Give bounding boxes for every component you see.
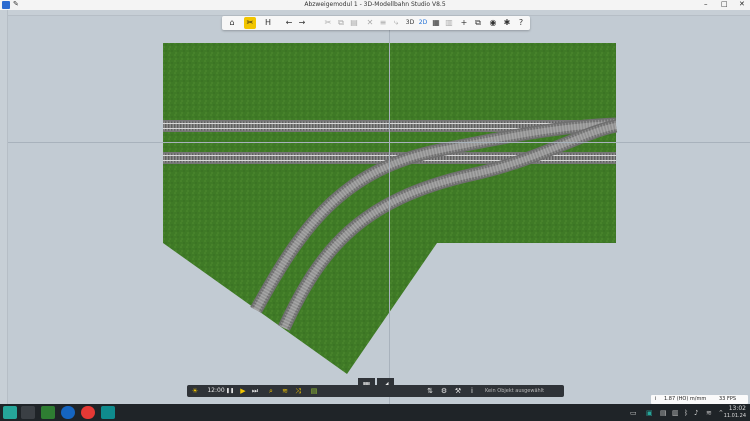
clipboard-icon[interactable]: ▤: [660, 409, 667, 417]
keyboard-icon[interactable]: ▥: [672, 409, 679, 417]
display-icon[interactable]: ▭: [630, 409, 637, 417]
connect-icon[interactable]: ⤷: [390, 17, 402, 29]
view-3d-button[interactable]: 3D: [404, 17, 416, 29]
home-icon[interactable]: ⌂: [226, 17, 238, 29]
grid-icon[interactable]: ▦: [430, 17, 442, 29]
axis-vertical: [389, 16, 390, 404]
catalog-icon[interactable]: H: [262, 17, 274, 29]
track-tool-icon[interactable]: ✂: [244, 17, 256, 29]
wifi-icon[interactable]: ≋: [706, 409, 712, 417]
scale-fps-indicator: i 1.87 (HO) m/mm 33 FPS: [651, 395, 748, 404]
camera-icon[interactable]: ◉: [487, 17, 499, 29]
bottom-control-bar: ☀ 12:00 ❚❚ ▶ ⏭ ⌕ ≋ ⤨ ▤ ⇅ ⚙ ⚒ i Kein Obje…: [187, 385, 564, 397]
window-title: Abzweigemodul 1 - 3D-Modellbahn Studio V…: [304, 1, 446, 8]
undo-icon[interactable]: ←: [283, 17, 295, 29]
mixer-icon[interactable]: ⇅: [425, 385, 435, 397]
align-icon[interactable]: ≡: [377, 17, 389, 29]
info-icon[interactable]: i: [467, 385, 477, 397]
delete-icon[interactable]: ✕: [364, 17, 376, 29]
workspace-canvas[interactable]: [8, 31, 750, 404]
volume-icon[interactable]: ♪: [694, 409, 698, 417]
view-2d-button[interactable]: 2D: [417, 17, 429, 29]
terminal-icon[interactable]: [21, 406, 35, 419]
paste-icon[interactable]: ▤: [348, 17, 360, 29]
os-taskbar: ▭ ▣ ▤ ▥ ᛒ ♪ ≋ ⌃ 13:02 11.01.24: [0, 404, 750, 421]
switches-icon[interactable]: ⤨: [293, 385, 303, 397]
maximize-button[interactable]: □: [721, 0, 728, 8]
plugins-icon[interactable]: ✱: [501, 17, 513, 29]
search-icon[interactable]: ⌕: [266, 385, 276, 397]
axis-horizontal: [8, 142, 750, 143]
redo-icon[interactable]: →: [296, 17, 308, 29]
duplicate-icon[interactable]: ⧉: [472, 17, 484, 29]
chrome-icon[interactable]: [81, 406, 95, 419]
sun-icon[interactable]: ☀: [190, 385, 200, 397]
start-menu-icon[interactable]: [3, 406, 17, 419]
ruler-left: [0, 10, 8, 404]
title-bar: ✎ Abzweigemodul 1 - 3D-Modellbahn Studio…: [0, 0, 750, 10]
play-icon[interactable]: ▶: [238, 385, 248, 397]
clock[interactable]: 13:02 11.01.24: [723, 405, 746, 420]
add-icon[interactable]: +: [458, 17, 470, 29]
layers-icon[interactable]: ▥: [443, 17, 455, 29]
file-manager-icon[interactable]: [41, 406, 55, 419]
fps-readout: 33 FPS: [719, 396, 737, 402]
help-icon[interactable]: ?: [515, 17, 527, 29]
train-icon[interactable]: ▤: [307, 385, 321, 397]
main-toolbar: ⌂ ✂ H ← → ✂ ⧉ ▤ ✕ ≡ ⤷ 3D 2D ▦ ▥ + ⧉ ◉ ✱ …: [222, 16, 530, 30]
clock-date: 11.01.24: [723, 413, 746, 419]
copy-icon[interactable]: ⧉: [335, 17, 347, 29]
modellbahn-studio-icon[interactable]: [101, 406, 115, 419]
scale-readout: 1.87 (HO) m/mm: [664, 396, 707, 402]
clock-time: 13:02: [728, 405, 746, 412]
app-tray-icon[interactable]: ▣: [646, 409, 653, 417]
settings-icon[interactable]: ⚙: [439, 385, 449, 397]
cut-icon[interactable]: ✂: [322, 17, 334, 29]
info-icon[interactable]: i: [655, 395, 656, 404]
bluetooth-icon[interactable]: ᛒ: [684, 409, 688, 417]
pause-icon[interactable]: ❚❚: [225, 385, 235, 397]
close-button[interactable]: ✕: [739, 0, 745, 8]
tools-icon[interactable]: ⚒: [453, 385, 463, 397]
minimize-button[interactable]: –: [704, 0, 708, 8]
status-text: Kein Objekt ausgewählt: [485, 388, 545, 394]
fast-forward-icon[interactable]: ⏭: [250, 385, 260, 397]
layers-icon[interactable]: ≋: [280, 385, 290, 397]
browser-icon[interactable]: [61, 406, 75, 419]
